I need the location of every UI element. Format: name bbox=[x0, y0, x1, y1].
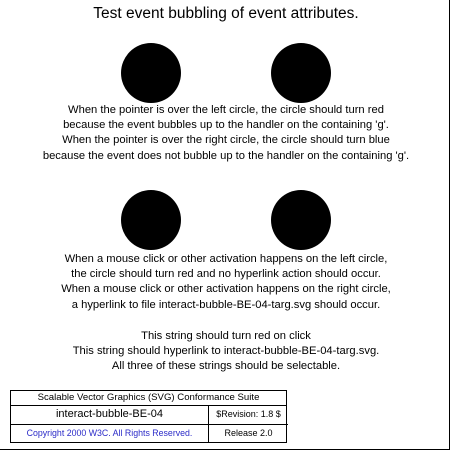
suite-name: Scalable Vector Graphics (SVG) Conforman… bbox=[11, 391, 286, 406]
release-label: Release 2.0 bbox=[224, 428, 273, 438]
page-title: Test event bubbling of event attributes. bbox=[93, 5, 359, 22]
svg-test-canvas: Test event bubbling of event attributes.… bbox=[0, 0, 450, 450]
red-on-click-string[interactable]: This string should turn red on click bbox=[0, 329, 450, 344]
instruction-line: When the pointer is over the left circle… bbox=[68, 104, 384, 116]
copyright-link[interactable]: Copyright 2000 W3C. All Rights Reserved. bbox=[11, 425, 209, 443]
revision-label: $Revision: 1.8 $ bbox=[209, 405, 288, 425]
instruction-line: the circle should turn red and no hyperl… bbox=[71, 268, 381, 281]
instruction-line: a hyperlink to file interact-bubble-BE-0… bbox=[71, 298, 381, 311]
instructions-hover: When the pointer is over the left circle… bbox=[0, 103, 450, 164]
right-hyperlink-circle[interactable] bbox=[271, 190, 331, 250]
left-activation-circle[interactable] bbox=[121, 190, 181, 250]
instruction-line: When a mouse click or other activation h… bbox=[61, 283, 391, 296]
right-nonbubbling-circle[interactable] bbox=[271, 43, 331, 103]
test-strings: This string should turn red on click Thi… bbox=[0, 329, 450, 375]
instruction-line: because the event bubbles up to the hand… bbox=[63, 119, 389, 132]
instruction-line: When the pointer is over the right circl… bbox=[62, 134, 390, 147]
hyperlink-string[interactable]: This string should hyperlink to interact… bbox=[0, 344, 450, 359]
conformance-footer: Scalable Vector Graphics (SVG) Conforman… bbox=[10, 390, 288, 443]
test-name: interact-bubble-BE-04 bbox=[11, 405, 209, 425]
instruction-line: When a mouse click or other activation h… bbox=[64, 253, 388, 265]
instruction-line: because the event does not bubble up to … bbox=[42, 149, 410, 162]
instructions-click: When a mouse click or other activation h… bbox=[0, 252, 450, 313]
left-bubbling-circle[interactable] bbox=[121, 43, 181, 103]
selectable-string[interactable]: All three of these strings should be sel… bbox=[0, 359, 450, 374]
